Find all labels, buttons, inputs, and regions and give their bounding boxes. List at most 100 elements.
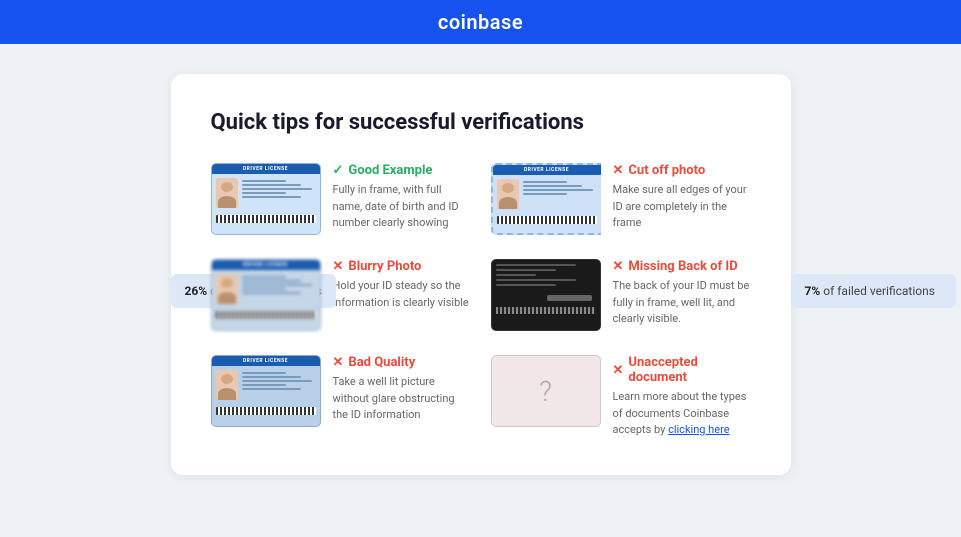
id-line [523, 185, 582, 187]
id-card-barcode [216, 407, 316, 415]
app-header: coinbase [0, 0, 961, 44]
id-card-photo [497, 179, 519, 209]
example-bad-quality-content: ✕ Bad Quality Take a well lit picture wi… [333, 355, 471, 424]
id-card-header: DRIVER LICENSE [212, 356, 320, 366]
missing-back-line [496, 284, 556, 286]
example-unaccepted-desc: Learn more about the types of documents … [613, 389, 751, 439]
example-good-heading: ✓ Good Example [333, 163, 471, 178]
id-line [242, 376, 301, 378]
id-line [242, 196, 301, 198]
id-card-good: DRIVER LICENSE [211, 163, 321, 235]
missing-back-line [496, 269, 556, 271]
id-card-body [212, 366, 320, 404]
examples-grid: DRIVER LICENSE [211, 163, 751, 439]
id-card-header: DRIVER LICENSE [212, 164, 320, 174]
id-card-header: DRIVER LICENSE [493, 165, 601, 175]
id-card-bad-quality: DRIVER LICENSE [211, 355, 321, 427]
example-good-title: Good Example [348, 163, 432, 178]
id-line [242, 276, 286, 278]
id-line [242, 180, 286, 182]
bad-x-icon: ✕ [613, 259, 624, 274]
example-good-content: ✓ Good Example Fully in frame, with full… [333, 163, 471, 232]
missing-back-sig [547, 295, 592, 301]
example-good: DRIVER LICENSE [211, 163, 471, 235]
bad-x-icon: ✕ [333, 259, 344, 274]
example-cutoff-content: ✕ Cut off photo Make sure all edges of y… [613, 163, 751, 232]
example-missing-back-title: Missing Back of ID [628, 259, 737, 274]
good-check-icon: ✓ [333, 163, 344, 178]
example-bad-quality-title: Bad Quality [348, 355, 415, 370]
id-card-body [493, 175, 601, 213]
example-missing-back-heading: ✕ Missing Back of ID [613, 259, 751, 274]
example-bad-quality-desc: Take a well lit picture without glare ob… [333, 374, 471, 424]
missing-back-body [492, 260, 600, 305]
id-line [523, 189, 593, 191]
right-badge-3-label: of failed verifications [823, 284, 935, 298]
id-line [242, 188, 312, 190]
id-card-photo [216, 274, 238, 304]
example-missing-back: ✕ Missing Back of ID The back of your ID… [491, 259, 751, 331]
id-line [242, 288, 286, 290]
missing-back-line [496, 274, 536, 276]
example-bad-quality-heading: ✕ Bad Quality [333, 355, 471, 370]
example-blurry-title: Blurry Photo [348, 259, 421, 274]
id-card-lines [242, 274, 316, 304]
bad-x-icon: ✕ [333, 355, 344, 370]
id-line [242, 192, 286, 194]
id-card-barcode [216, 311, 316, 319]
id-card-body [212, 270, 320, 308]
example-cutoff: DRIVER LICENSE ✕ [491, 163, 751, 235]
id-card-barcode [216, 215, 316, 223]
missing-back-line [496, 279, 576, 281]
example-blurry-heading: ✕ Blurry Photo [333, 259, 471, 274]
example-unaccepted-content: ✕ Unaccepted document Learn more about t… [613, 355, 751, 439]
id-line [242, 372, 286, 374]
id-line [242, 284, 312, 286]
bad-x-icon: ✕ [613, 163, 624, 178]
id-card-unaccepted: ? [491, 355, 601, 427]
example-unaccepted-heading: ✕ Unaccepted document [613, 355, 751, 385]
id-line [242, 384, 286, 386]
example-unaccepted-title: Unaccepted document [628, 355, 750, 385]
example-cutoff-desc: Make sure all edges of your ID are compl… [613, 182, 751, 232]
example-blurry: DRIVER LICENSE [211, 259, 471, 331]
id-line [523, 181, 567, 183]
id-line [242, 184, 301, 186]
missing-back-line [496, 264, 576, 266]
id-card-blurry: DRIVER LICENSE [211, 259, 321, 331]
example-cutoff-heading: ✕ Cut off photo [613, 163, 751, 178]
example-cutoff-title: Cut off photo [628, 163, 705, 178]
example-missing-back-desc: The back of your ID must be fully in fra… [613, 278, 751, 328]
example-bad-quality: DRIVER LICENSE [211, 355, 471, 439]
example-unaccepted: ? ✕ Unaccepted document Learn more about… [491, 355, 751, 439]
bad-x-icon: ✕ [613, 363, 624, 378]
example-good-desc: Fully in frame, with full name, date of … [333, 182, 471, 232]
left-badge-2-percent: 26% [185, 284, 208, 298]
id-card-photo [216, 370, 238, 400]
id-card-lines [242, 178, 316, 208]
coinbase-logo: coinbase [438, 10, 523, 34]
example-missing-back-content: ✕ Missing Back of ID The back of your ID… [613, 259, 751, 328]
question-mark-icon: ? [539, 375, 552, 408]
id-line [523, 193, 567, 195]
id-line [242, 380, 312, 382]
page-content: 37% of failed verifications 26% of faile… [0, 44, 961, 505]
clicking-here-link[interactable]: clicking here [668, 423, 729, 436]
id-card-lines [242, 370, 316, 400]
right-badge-3: 7% of failed verifications [791, 274, 949, 308]
right-badge-3-percent: 7% [805, 284, 821, 298]
id-card-header: DRIVER LICENSE [212, 260, 320, 270]
id-card-photo [216, 178, 238, 208]
example-blurry-desc: Hold your ID steady so the information i… [333, 278, 471, 311]
id-card-body [212, 174, 320, 212]
id-card-cutoff: DRIVER LICENSE [491, 163, 601, 235]
id-card-lines [523, 179, 597, 209]
main-card: Quick tips for successful verifications … [171, 74, 791, 475]
missing-back-barcode [496, 307, 596, 314]
id-card-missing-back [491, 259, 601, 331]
id-card-barcode [497, 216, 597, 224]
id-line [242, 280, 301, 282]
example-blurry-content: ✕ Blurry Photo Hold your ID steady so th… [333, 259, 471, 311]
id-line [242, 388, 301, 390]
id-line [242, 292, 301, 294]
